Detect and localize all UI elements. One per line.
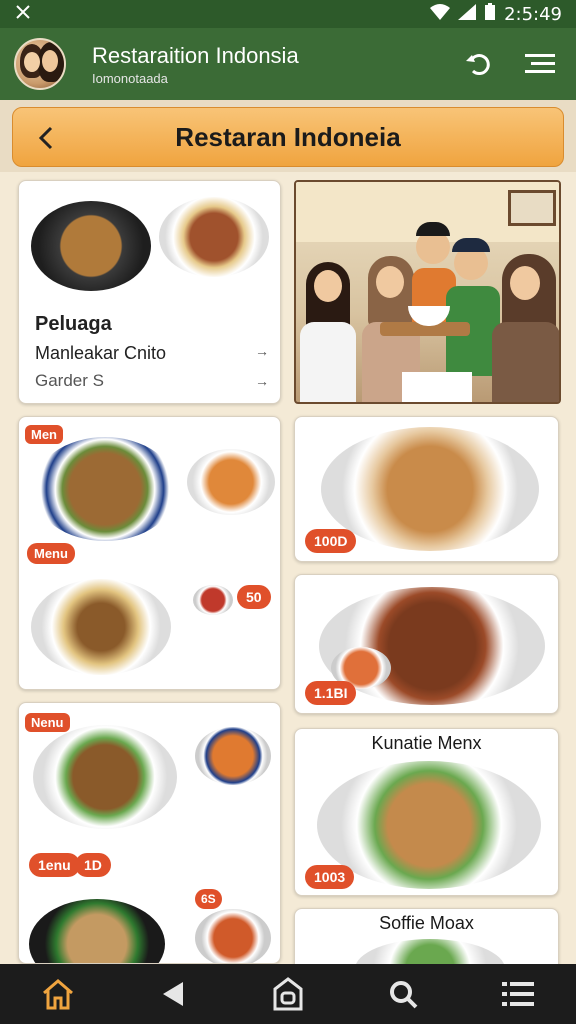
- price-badge: 1003: [305, 865, 355, 889]
- app-title: Restaraition Indonsia: [92, 42, 299, 68]
- avatar[interactable]: [14, 38, 66, 90]
- dish-image: [321, 427, 539, 551]
- sync-icon[interactable]: [462, 48, 494, 80]
- menu-card[interactable]: 100D: [294, 416, 559, 562]
- bottom-nav: [0, 964, 576, 1024]
- list-icon[interactable]: [496, 972, 540, 1016]
- menu-card[interactable]: Soffie Moax: [294, 908, 559, 964]
- dish-image: [29, 899, 165, 963]
- dish-image: [159, 197, 269, 277]
- menu-badge: Menu: [27, 543, 75, 564]
- home-icon[interactable]: [36, 972, 80, 1016]
- chevron-left-icon: [38, 126, 53, 150]
- app-bar: Restaraition Indonsia Iomonotaada: [0, 28, 576, 100]
- menu-card[interactable]: Men Menu 50: [18, 416, 281, 690]
- card-title: Peluaga: [35, 313, 112, 335]
- back-icon[interactable]: [151, 972, 195, 1016]
- dish-image: [33, 725, 177, 829]
- price-badge: 100D: [305, 529, 357, 553]
- menu-icon[interactable]: [524, 48, 556, 80]
- arrow-icon[interactable]: →: [255, 343, 269, 359]
- signal-icon: [458, 3, 477, 25]
- dish-image: [33, 437, 177, 541]
- price-badge: 50: [237, 585, 271, 609]
- menu-card[interactable]: Nenu 1enu 1D 6S: [18, 702, 281, 964]
- wifi-icon: [430, 3, 451, 25]
- app-title-block: Restaraition Indonsia Iomonotaada: [92, 43, 462, 86]
- menu-card[interactable]: 1.1BI: [294, 574, 559, 714]
- menu-badge: Nenu: [25, 713, 70, 732]
- dish-image: [355, 939, 505, 964]
- store-icon[interactable]: [266, 972, 310, 1016]
- menu-badge: 1enu: [29, 853, 80, 877]
- dish-image: [195, 727, 271, 785]
- dish-image: [187, 449, 275, 515]
- app-subtitle: Iomonotaada: [92, 70, 168, 86]
- content-area: Peluaga Manleakar Cnito Garder S → → Men…: [0, 172, 576, 964]
- price-badge: 1.1BI: [305, 681, 357, 705]
- dish-image: [31, 579, 171, 675]
- card-line2: Garder S: [35, 371, 104, 390]
- page-header: Restaran Indoneia: [12, 107, 564, 167]
- back-button[interactable]: [29, 121, 63, 155]
- arrow-icon[interactable]: →: [255, 373, 269, 389]
- page-title: Restaran Indoneia: [175, 121, 401, 152]
- card-title: Kunatie Menx: [371, 733, 482, 753]
- status-bar: 2:5:49: [0, 0, 576, 28]
- dish-image: [195, 909, 271, 963]
- price-badge: 6S: [195, 889, 222, 909]
- clock: 2:5:49: [504, 3, 562, 25]
- restaurant-photo: [294, 180, 561, 404]
- dish-image: [31, 201, 151, 291]
- menu-badge: Men: [25, 425, 63, 444]
- featured-card[interactable]: Peluaga Manleakar Cnito Garder S → →: [18, 180, 281, 404]
- menu-card[interactable]: Kunatie Menx 1003: [294, 728, 559, 896]
- price-badge: 1D: [75, 853, 111, 877]
- sauce-image: [193, 585, 233, 615]
- app-logo-icon: [14, 3, 32, 26]
- battery-icon: [484, 2, 496, 26]
- card-title: Soffie Moax: [379, 913, 474, 933]
- card-line1: Manleakar Cnito: [35, 343, 167, 363]
- search-icon[interactable]: [381, 972, 425, 1016]
